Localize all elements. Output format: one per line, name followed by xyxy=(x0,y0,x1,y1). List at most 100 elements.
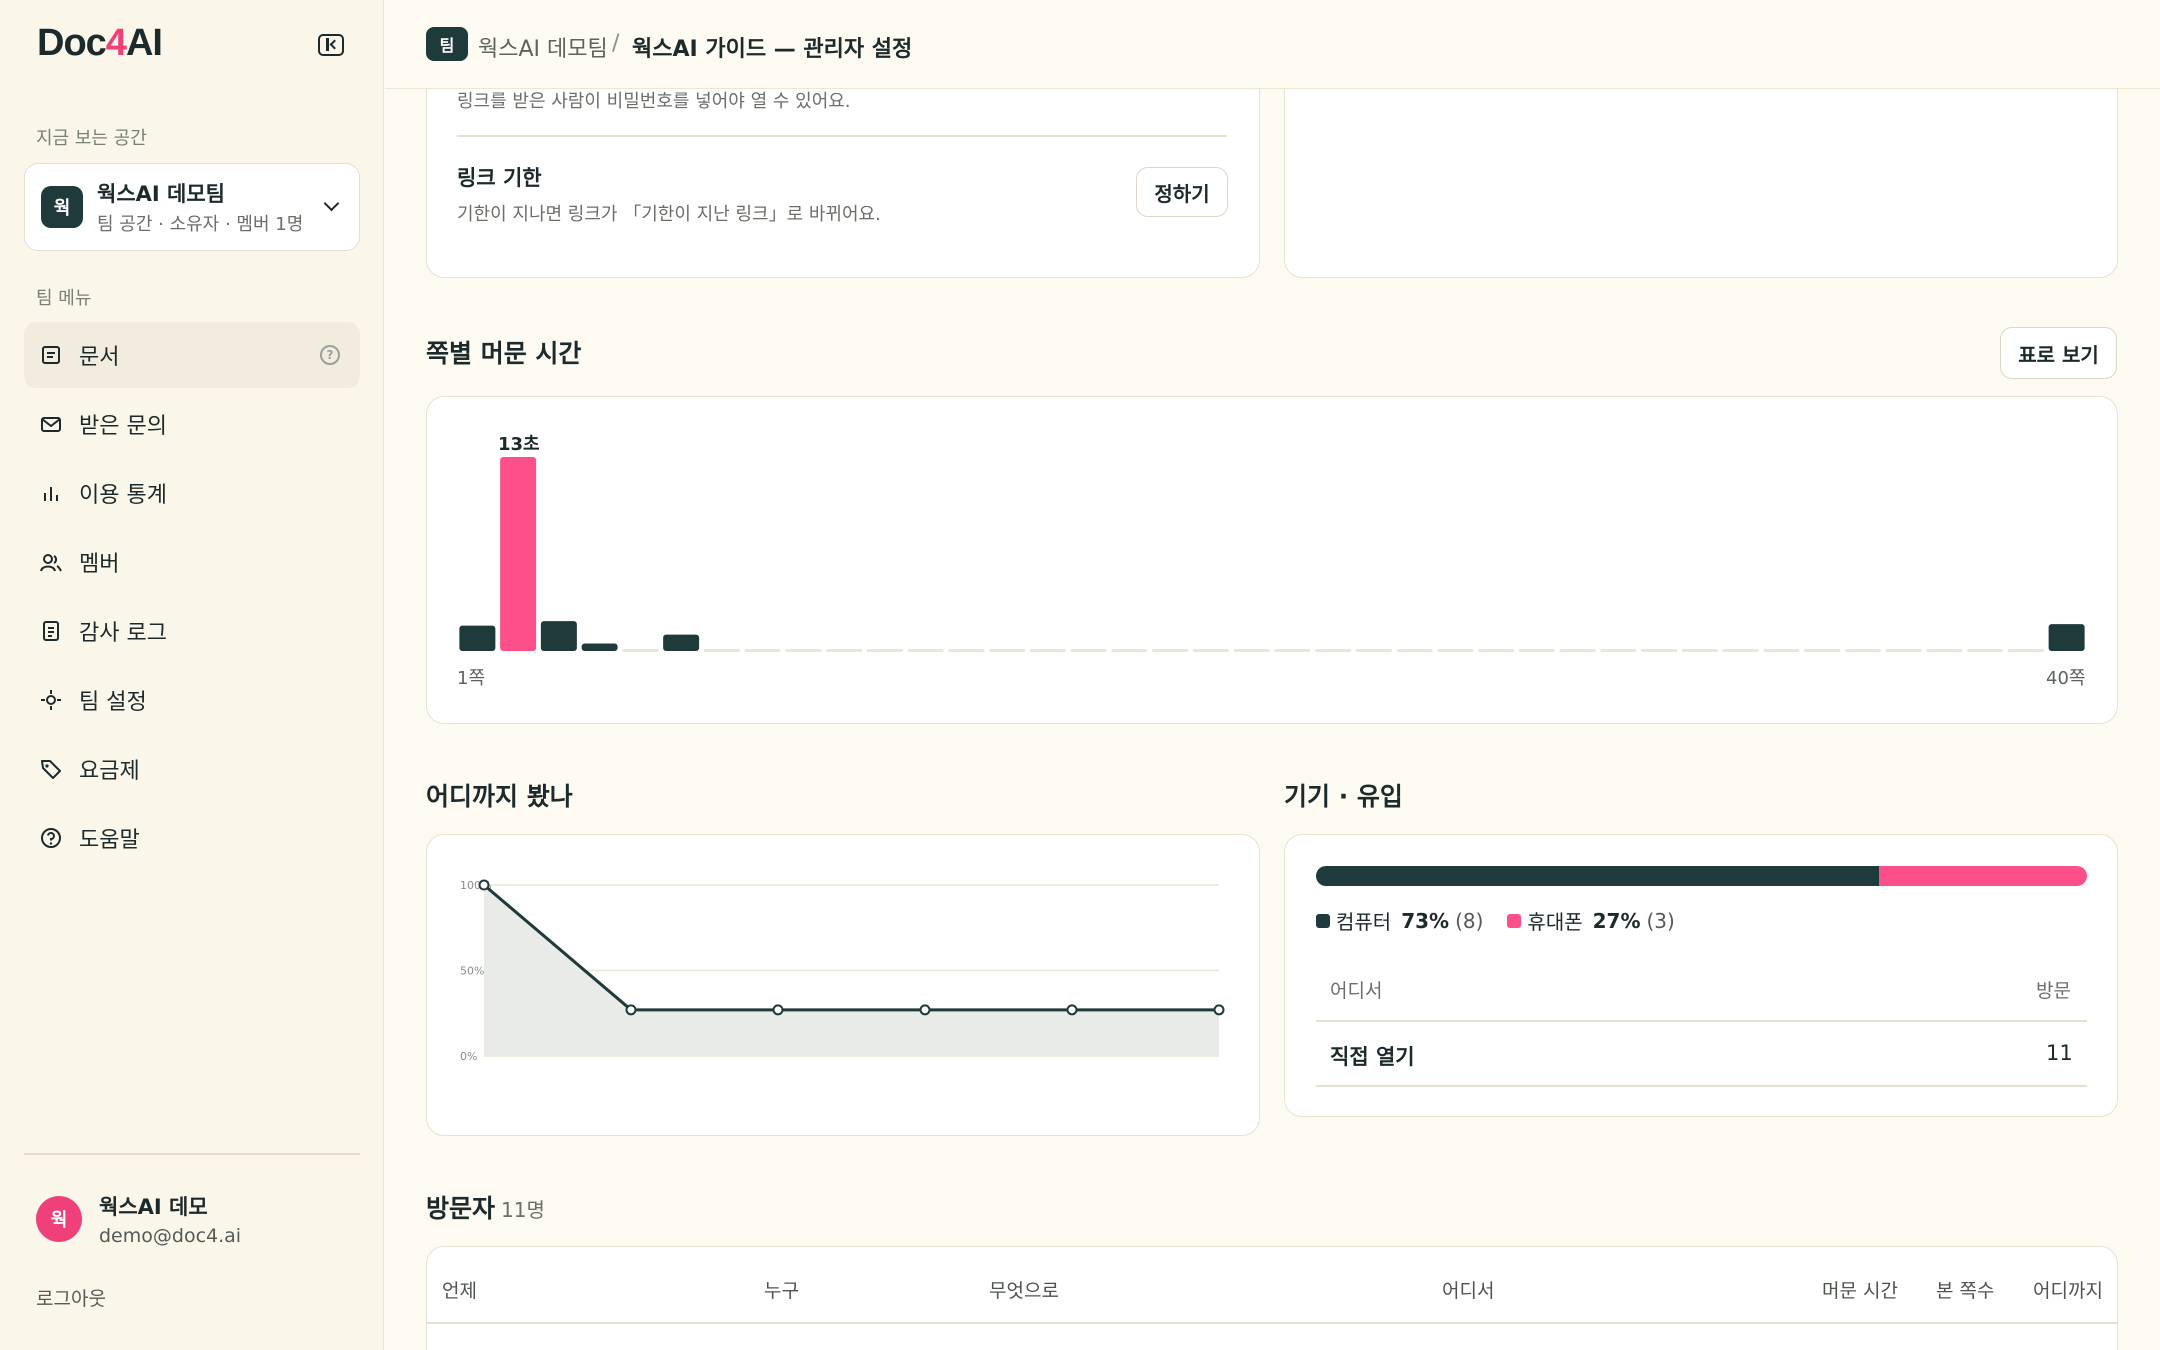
column-header-source[interactable]: 어디서 xyxy=(1442,1276,1494,1303)
reach-point-3 xyxy=(772,1004,784,1016)
bar-chart-icon xyxy=(44,487,58,501)
column-header-when[interactable]: 언제 xyxy=(442,1276,477,1303)
empty-bar-page-12 xyxy=(907,649,944,652)
empty-bar-page-14 xyxy=(989,649,1026,652)
empty-bar-page-30 xyxy=(1641,649,1678,652)
empty-bar-page-36 xyxy=(1885,649,1922,652)
doc4ai-logo[interactable]: Doc4AI xyxy=(37,22,163,65)
expiry-setting-title: 링크 기한 xyxy=(457,166,542,190)
logout-link[interactable]: 로그아웃 xyxy=(36,1284,106,1311)
empty-bar-page-17 xyxy=(1111,649,1148,652)
user-email: demo@doc4.ai xyxy=(99,1225,242,1247)
reach-point-4 xyxy=(919,1004,931,1016)
nav-item-audit-log[interactable]: 감사 로그 xyxy=(24,598,360,664)
nav-label: 받은 문의 xyxy=(79,414,167,439)
referrer-header-visits: 방문 xyxy=(2036,980,2071,1002)
bar-page-40 xyxy=(2048,624,2085,651)
team-badge: 팀 xyxy=(426,27,468,61)
nav-item-inquiries[interactable]: 받은 문의 xyxy=(24,391,360,457)
y-tick-label: 50% xyxy=(460,965,484,978)
computer-label: 컴퓨터 xyxy=(1336,910,1392,934)
reach-point-6 xyxy=(1213,1004,1225,1016)
nav-item-members[interactable]: 멤버 xyxy=(24,529,360,595)
sidebar-collapse-icon[interactable] xyxy=(318,34,344,56)
computer-pct: 73% xyxy=(1401,908,1450,933)
column-header-duration[interactable]: 머문 시간 xyxy=(1822,1276,1898,1303)
empty-bar-page-32 xyxy=(1722,649,1759,652)
members-icon xyxy=(40,554,62,572)
empty-bar-page-31 xyxy=(1681,649,1718,652)
nav-item-pricing[interactable]: 요금제 xyxy=(24,736,360,802)
breadcrumb-separator: / xyxy=(612,31,620,56)
password-setting-desc: 링크를 받은 사람이 비밀번호를 넣어야 열 수 있어요. xyxy=(457,91,851,112)
page-time-bar-chart xyxy=(459,457,2085,652)
empty-bar-page-20 xyxy=(1233,649,1270,652)
help-icon[interactable]: ? xyxy=(320,345,340,365)
mobile-label: 휴대폰 xyxy=(1527,910,1583,934)
empty-bar-page-29 xyxy=(1600,649,1637,652)
breadcrumb-team[interactable]: 웍스AI 데모팀 xyxy=(478,31,608,63)
reach-point-1 xyxy=(478,879,490,891)
nav-label: 이용 통계 xyxy=(79,483,167,508)
empty-bar-page-9 xyxy=(785,649,822,652)
view-table-button[interactable]: 표로 보기 xyxy=(2000,327,2117,379)
workspace-meta: 팀 공간 · 소유자 · 멤버 1명 xyxy=(97,214,304,235)
workspace-name: 웍스AI 데모팀 xyxy=(97,182,225,206)
empty-bar-page-25 xyxy=(1437,649,1474,652)
top-bar: 팀 웍스AI 데모팀 / 웍스AI 가이드 — 관리자 설정 xyxy=(385,0,2160,89)
empty-bar-page-27 xyxy=(1518,649,1555,652)
referrer-row-source: 직접 열기 xyxy=(1330,1045,1415,1069)
column-header-pages[interactable]: 본 쪽수 xyxy=(1936,1276,1994,1303)
computer-count: (8) xyxy=(1455,908,1484,933)
page-time-title: 쪽별 머문 시간 xyxy=(426,339,582,368)
empty-bar-page-16 xyxy=(1070,649,1107,652)
team-menu-label: 팀 메뉴 xyxy=(36,288,92,309)
empty-bar-page-21 xyxy=(1274,649,1311,652)
reach-point-2 xyxy=(625,1004,637,1016)
bar-page-2 xyxy=(500,457,537,651)
column-header-reach[interactable]: 어디까지 xyxy=(2033,1276,2103,1303)
legend-computer: 컴퓨터 73% (8) xyxy=(1316,906,1483,935)
bar-page-4 xyxy=(581,643,618,651)
nav-item-documents[interactable]: 문서 ? xyxy=(24,322,360,388)
team-nav: 문서 ? 받은 문의 이용 통계 멤버 감사 로그 팀 설정 요금제 도움말 xyxy=(24,322,360,874)
column-header-who[interactable]: 누구 xyxy=(764,1276,799,1303)
nav-item-stats[interactable]: 이용 통계 xyxy=(24,460,360,526)
visitors-title-text: 방문자 xyxy=(426,1194,496,1223)
bar-page-6 xyxy=(663,634,700,651)
visitors-title: 방문자 11명 xyxy=(426,1189,545,1225)
nav-label: 팀 설정 xyxy=(79,690,147,715)
nav-label: 도움말 xyxy=(79,828,140,853)
device-legend: 컴퓨터 73% (8) 휴대폰 27% (3) xyxy=(1316,906,1693,935)
peak-bar-label: 13초 xyxy=(498,434,540,455)
chevron-down-icon xyxy=(323,195,340,212)
empty-bar-page-19 xyxy=(1192,649,1229,652)
empty-bar-page-33 xyxy=(1763,649,1800,652)
workspace-switcher[interactable]: 웍 웍스AI 데모팀 팀 공간 · 소유자 · 멤버 1명 xyxy=(24,163,360,251)
empty-bar-page-24 xyxy=(1396,649,1433,652)
computer-swatch xyxy=(1316,913,1330,928)
empty-bar-page-37 xyxy=(1926,649,1963,652)
visitors-count: 11명 xyxy=(501,1198,545,1222)
workspace-avatar: 웍 xyxy=(41,186,83,228)
empty-bar-page-28 xyxy=(1559,649,1596,652)
mobile-count: (3) xyxy=(1646,908,1675,933)
audit-log-icon xyxy=(43,621,59,641)
nav-label: 요금제 xyxy=(79,759,140,784)
empty-bar-page-23 xyxy=(1355,649,1392,652)
empty-bar-page-15 xyxy=(1029,649,1066,652)
last-page-label: 40쪽 xyxy=(2046,668,2086,689)
set-expiry-button[interactable]: 정하기 xyxy=(1136,167,1228,217)
empty-bar-page-39 xyxy=(2007,649,2044,652)
document-icon xyxy=(42,346,60,364)
breadcrumb-current-page: 웍스AI 가이드 — 관리자 설정 xyxy=(632,37,913,62)
referrer-divider xyxy=(1316,1085,2087,1087)
device-title: 기기 · 유입 xyxy=(1284,782,1403,811)
nav-item-team-settings[interactable]: 팀 설정 xyxy=(24,667,360,733)
empty-bar-page-10 xyxy=(826,649,863,652)
y-tick-label: 0% xyxy=(460,1050,477,1063)
user-avatar[interactable]: 웍 xyxy=(36,1196,82,1242)
help-icon xyxy=(41,828,61,848)
column-header-device[interactable]: 무엇으로 xyxy=(989,1276,1059,1303)
nav-item-help[interactable]: 도움말 xyxy=(24,805,360,871)
